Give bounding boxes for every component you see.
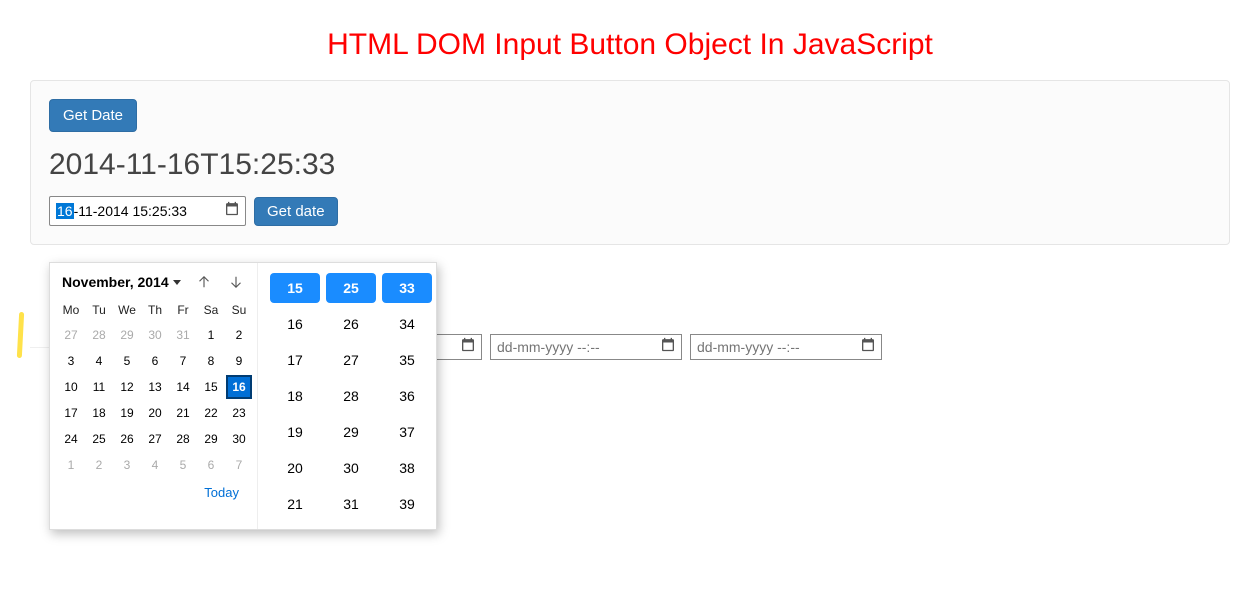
- month-label: November, 2014: [62, 274, 169, 290]
- calendar-day[interactable]: 13: [142, 375, 168, 399]
- calendar-day[interactable]: 19: [114, 401, 140, 425]
- input-selected-day: 16: [56, 203, 74, 219]
- calendar-day[interactable]: 28: [86, 323, 112, 347]
- time-option[interactable]: 33: [382, 273, 432, 303]
- calendar-day[interactable]: 30: [226, 427, 252, 451]
- day-of-week-header: Mo: [58, 299, 84, 321]
- time-option[interactable]: 20: [270, 453, 320, 483]
- day-of-week-header: Fr: [170, 299, 196, 321]
- calendar-day[interactable]: 27: [142, 427, 168, 451]
- time-option[interactable]: 15: [270, 273, 320, 303]
- get-date-button-2[interactable]: Get date: [254, 197, 338, 226]
- time-option[interactable]: 21: [270, 489, 320, 519]
- calendar-day[interactable]: 3: [58, 349, 84, 373]
- calendar-day[interactable]: 2: [86, 453, 112, 477]
- next-month-button[interactable]: [227, 273, 245, 291]
- day-of-week-header: Su: [226, 299, 252, 321]
- prev-month-button[interactable]: [195, 273, 213, 291]
- time-pane: 152533 162634 172735 182836 192937 203038 2131…: [258, 263, 436, 529]
- time-option[interactable]: 16: [270, 309, 320, 339]
- chevron-down-icon: [173, 280, 181, 285]
- calendar-grid: MoTuWeThFrSaSu27282930311234567891011121…: [58, 299, 249, 477]
- day-of-week-header: Tu: [86, 299, 112, 321]
- day-of-week-header: We: [114, 299, 140, 321]
- calendar-day[interactable]: 16: [226, 375, 252, 399]
- extra-datetime-input-3[interactable]: [690, 334, 882, 360]
- nav-arrows: [195, 273, 245, 291]
- calendar-day[interactable]: 10: [58, 375, 84, 399]
- time-option[interactable]: 36: [382, 381, 432, 411]
- time-option[interactable]: 34: [382, 309, 432, 339]
- time-option[interactable]: 37: [382, 417, 432, 447]
- calendar-day[interactable]: 2: [226, 323, 252, 347]
- calendar-day[interactable]: 12: [114, 375, 140, 399]
- time-option[interactable]: 29: [326, 417, 376, 447]
- calendar-day[interactable]: 29: [114, 323, 140, 347]
- month-selector[interactable]: November, 2014: [62, 274, 181, 290]
- calendar-day[interactable]: 25: [86, 427, 112, 451]
- time-option[interactable]: 18: [270, 381, 320, 411]
- calendar-day[interactable]: 14: [170, 375, 196, 399]
- calendar-day[interactable]: 21: [170, 401, 196, 425]
- datetime-picker-popup: November, 2014 MoTuWeThFrSaSu27282930311…: [49, 262, 437, 530]
- calendar-day[interactable]: 15: [198, 375, 224, 399]
- calendar-day[interactable]: 8: [198, 349, 224, 373]
- calendar-day[interactable]: 4: [86, 349, 112, 373]
- calendar-day[interactable]: 11: [86, 375, 112, 399]
- get-date-button[interactable]: Get Date: [49, 99, 137, 132]
- page-title: HTML DOM Input Button Object In JavaScri…: [0, 0, 1260, 80]
- time-option[interactable]: 17: [270, 345, 320, 375]
- datetime-input-wrap: 16-11-2014 15:25:33: [49, 196, 246, 226]
- calendar-day[interactable]: 27: [58, 323, 84, 347]
- today-link[interactable]: Today: [58, 477, 249, 502]
- time-option[interactable]: 28: [326, 381, 376, 411]
- time-option[interactable]: 27: [326, 345, 376, 375]
- calendar-day[interactable]: 5: [114, 349, 140, 373]
- calendar-day[interactable]: 24: [58, 427, 84, 451]
- calendar-day[interactable]: 20: [142, 401, 168, 425]
- calendar-day[interactable]: 26: [114, 427, 140, 451]
- calendar-day[interactable]: 29: [198, 427, 224, 451]
- calendar-day[interactable]: 22: [198, 401, 224, 425]
- calendar-day[interactable]: 7: [170, 349, 196, 373]
- datetime-output: 2014-11-16T15:25:33: [49, 148, 1211, 182]
- calendar-day[interactable]: 28: [170, 427, 196, 451]
- demo-panel: Get Date 2014-11-16T15:25:33 16-11-2014 …: [30, 80, 1230, 245]
- extra-input-2-wrap: [490, 334, 682, 360]
- calendar-day[interactable]: 6: [198, 453, 224, 477]
- calendar-day[interactable]: 9: [226, 349, 252, 373]
- calendar-header: November, 2014: [58, 273, 249, 299]
- calendar-day[interactable]: 4: [142, 453, 168, 477]
- time-option[interactable]: 26: [326, 309, 376, 339]
- time-option[interactable]: 19: [270, 417, 320, 447]
- time-option[interactable]: 35: [382, 345, 432, 375]
- time-option[interactable]: 25: [326, 273, 376, 303]
- extra-input-3-wrap: [690, 334, 882, 360]
- calendar-day[interactable]: 23: [226, 401, 252, 425]
- calendar-day[interactable]: 6: [142, 349, 168, 373]
- day-of-week-header: Sa: [198, 299, 224, 321]
- time-option[interactable]: 38: [382, 453, 432, 483]
- calendar-day[interactable]: 1: [198, 323, 224, 347]
- calendar-day[interactable]: 17: [58, 401, 84, 425]
- time-option[interactable]: 31: [326, 489, 376, 519]
- calendar-day[interactable]: 3: [114, 453, 140, 477]
- datetime-local-input[interactable]: 16-11-2014 15:25:33: [49, 196, 246, 226]
- extra-datetime-input-2[interactable]: [490, 334, 682, 360]
- calendar-day[interactable]: 7: [226, 453, 252, 477]
- time-option[interactable]: 30: [326, 453, 376, 483]
- calendar-day[interactable]: 30: [142, 323, 168, 347]
- input-rest-text: -11-2014 15:25:33: [74, 203, 187, 219]
- calendar-pane: November, 2014 MoTuWeThFrSaSu27282930311…: [50, 263, 258, 529]
- calendar-day[interactable]: 31: [170, 323, 196, 347]
- calendar-day[interactable]: 18: [86, 401, 112, 425]
- day-of-week-header: Th: [142, 299, 168, 321]
- calendar-day[interactable]: 1: [58, 453, 84, 477]
- time-option[interactable]: 39: [382, 489, 432, 519]
- calendar-day[interactable]: 5: [170, 453, 196, 477]
